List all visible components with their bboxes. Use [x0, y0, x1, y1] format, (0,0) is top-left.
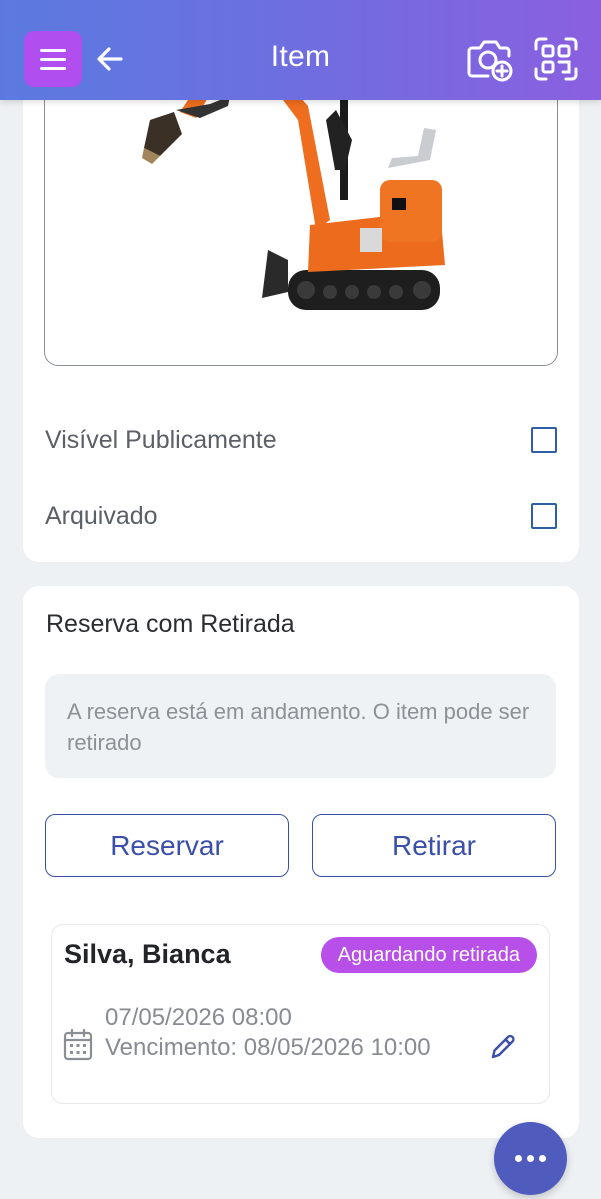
more-horizontal-icon-dot	[539, 1155, 546, 1162]
app-header: Item	[0, 0, 601, 100]
more-horizontal-icon-dot	[527, 1155, 534, 1162]
qr-scan-icon[interactable]	[534, 37, 578, 81]
reservation-name: Silva, Bianca	[64, 939, 231, 969]
item-details-card: Visível Publicamente Arquivado	[23, 60, 579, 562]
reserve-button[interactable]: Reservar	[45, 814, 289, 877]
calendar-icon	[63, 1028, 93, 1061]
status-badge: Aguardando retirada	[320, 937, 537, 973]
visible-publicly-row[interactable]: Visível Publicamente	[45, 420, 557, 460]
pencil-icon[interactable]	[489, 1033, 517, 1061]
archived-label: Arquivado	[45, 501, 158, 530]
archived-checkbox[interactable]	[531, 503, 557, 529]
reservation-dates: 07/05/2026 08:00 Vencimento: 08/05/2026 …	[105, 1003, 435, 1063]
more-actions-fab[interactable]	[494, 1122, 567, 1195]
more-horizontal-icon-dot	[515, 1155, 522, 1162]
reservation-entry[interactable]: Silva, Bianca Aguardando retirada 07/05/…	[51, 924, 550, 1104]
visible-publicly-label: Visível Publicamente	[45, 425, 277, 454]
camera-add-icon[interactable]	[466, 36, 514, 82]
section-title: Reserva com Retirada	[46, 610, 295, 638]
visible-publicly-checkbox[interactable]	[531, 427, 557, 453]
item-image-frame[interactable]	[44, 60, 558, 366]
reservation-start: 07/05/2026 08:00	[105, 1004, 292, 1031]
reservation-due: Vencimento: 08/05/2026 10:00	[105, 1034, 431, 1061]
reservation-card: Reserva com Retirada A reserva está em a…	[23, 586, 579, 1138]
archived-row[interactable]: Arquivado	[45, 496, 557, 536]
checkout-button[interactable]: Retirar	[312, 814, 556, 877]
reservation-info-box: A reserva está em andamento. O item pode…	[45, 674, 556, 778]
